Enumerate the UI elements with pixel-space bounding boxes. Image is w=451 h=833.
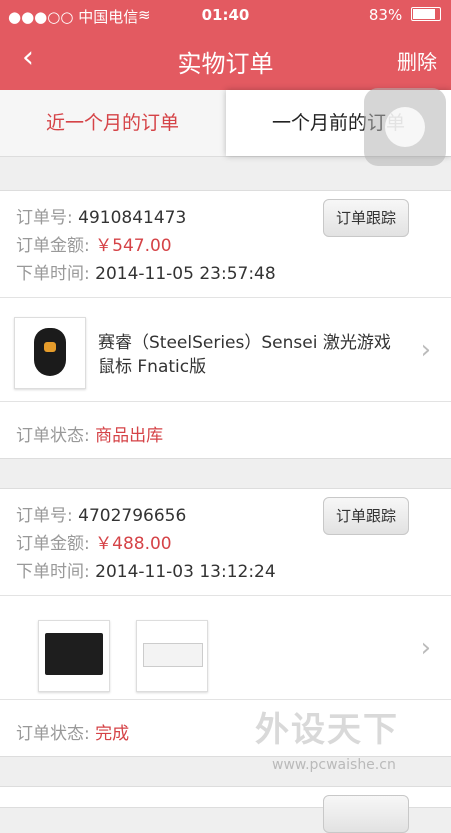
divider <box>0 699 451 700</box>
track-order-button[interactable]: 订单跟踪 <box>323 497 409 535</box>
order-status-value: 完成 <box>95 724 130 744</box>
order-status-row: 订单状态: 商品出库 <box>16 421 163 446</box>
battery-percent: 83% <box>368 6 403 24</box>
assistive-touch-button[interactable] <box>364 88 446 166</box>
nav-bar: ‹ 实物订单 删除 <box>0 30 451 90</box>
product-thumbnail <box>14 317 86 389</box>
page-title: 实物订单 <box>177 50 274 78</box>
order-number-label: 订单号: <box>16 208 73 228</box>
order-amount-row: 订单金额: ￥488.00 <box>16 529 172 554</box>
product-thumbnail <box>136 620 208 692</box>
mousepad-image <box>45 633 103 675</box>
order-card: 订单号: 4910841473 订单金额: ￥547.00 下单时间: 2014… <box>0 190 451 459</box>
order-number-label: 订单号: <box>16 506 73 526</box>
order-time-value: 2014-11-03 13:12:24 <box>95 562 276 582</box>
order-status-label: 订单状态: <box>16 426 90 446</box>
watermark-url: www.pcwaishe.cn <box>272 757 396 773</box>
order-amount-row: 订单金额: ￥547.00 <box>16 231 172 256</box>
order-amount-label: 订单金额: <box>16 236 90 256</box>
order-time-row: 下单时间: 2014-11-03 13:12:24 <box>16 557 276 582</box>
chevron-right-icon: › <box>420 335 431 365</box>
order-number-row: 订单号: 4702796656 <box>16 501 186 526</box>
order-number-value: 4910841473 <box>78 208 187 228</box>
order-number-row: 订单号: 4910841473 <box>16 203 186 228</box>
status-bar: ●●●○○ 中国电信 ≋ 01:40 83% <box>0 0 451 30</box>
order-time-label: 下单时间: <box>16 264 90 284</box>
divider <box>0 595 451 596</box>
order-amount-label: 订单金额: <box>16 534 90 554</box>
order-status-label: 订单状态: <box>16 724 90 744</box>
track-order-button[interactable]: 订单跟踪 <box>323 199 409 237</box>
tab-recent-month[interactable]: 近一个月的订单 <box>0 90 225 156</box>
battery-indicator: 83% <box>369 6 441 24</box>
product-title: 赛睿（SteelSeries）Sensei 激光游戏鼠标 Fnatic版 <box>98 333 391 377</box>
delete-button[interactable]: 删除 <box>397 46 437 75</box>
mouse-image <box>34 328 66 376</box>
divider <box>0 401 451 402</box>
order-time-value: 2014-11-05 23:57:48 <box>95 264 276 284</box>
order-amount-value: ￥547.00 <box>95 236 172 256</box>
order-status-row: 订单状态: 完成 <box>16 719 129 744</box>
order-time-label: 下单时间: <box>16 562 90 582</box>
keyboard-image <box>143 643 203 667</box>
chevron-right-icon: › <box>420 633 431 663</box>
order-card <box>0 786 451 833</box>
order-time-row: 下单时间: 2014-11-05 23:57:48 <box>16 259 276 284</box>
divider <box>0 297 451 298</box>
order-number-value: 4702796656 <box>78 506 187 526</box>
order-amount-value: ￥488.00 <box>95 534 172 554</box>
watermark-logo: 外设天下 <box>255 710 399 750</box>
track-order-button[interactable] <box>323 795 409 833</box>
order-status-value: 商品出库 <box>95 426 164 446</box>
battery-icon <box>411 7 441 21</box>
product-thumbnail <box>38 620 110 692</box>
